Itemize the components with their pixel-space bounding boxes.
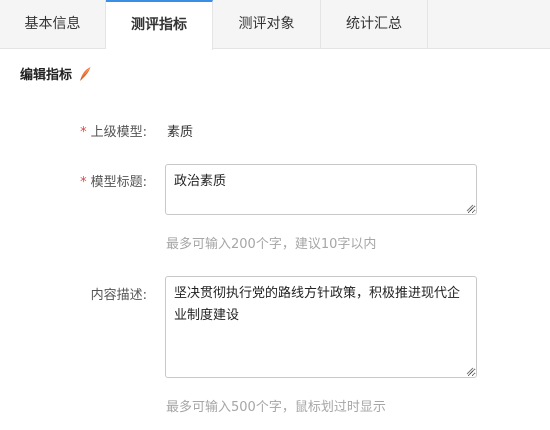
- model-title-label: * 模型标题:: [80, 175, 147, 190]
- tab-statistics-summary[interactable]: 统计汇总: [321, 0, 428, 49]
- required-mark: *: [80, 175, 87, 190]
- tab-basic-info[interactable]: 基本信息: [0, 0, 106, 49]
- section-header: 编辑指标: [20, 64, 92, 83]
- model-title-field[interactable]: 政治素质: [165, 164, 477, 215]
- pen-icon[interactable]: [78, 66, 92, 82]
- content-desc-label: 内容描述:: [90, 288, 147, 303]
- tab-evaluation-indicators[interactable]: 测评指标: [106, 0, 213, 50]
- parent-model-value: 素质: [167, 125, 194, 140]
- resize-handle-icon[interactable]: [466, 204, 474, 212]
- content-desc-field[interactable]: 坚决贯彻执行党的路线方针政策，积极推进现代企业制度建设: [165, 276, 477, 378]
- tab-evaluation-targets[interactable]: 测评对象: [213, 0, 321, 49]
- model-title-hint: 最多可输入200个字，建议10字以内: [166, 237, 377, 252]
- tab-bar: 基本信息 测评指标 测评对象 统计汇总: [0, 0, 550, 50]
- section-title: 编辑指标: [20, 68, 73, 83]
- required-mark: *: [80, 125, 87, 140]
- resize-handle-icon[interactable]: [466, 367, 474, 375]
- content-desc-hint: 最多可输入500个字，鼠标划过时显示: [166, 400, 386, 415]
- parent-model-label: * 上级模型:: [80, 125, 147, 140]
